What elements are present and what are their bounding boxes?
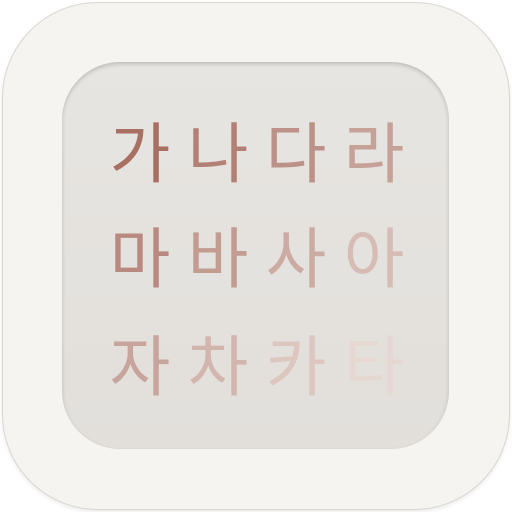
glyph-ja: 자 [109, 329, 171, 406]
glyph-ta: 타 [343, 329, 405, 406]
glyph-row-1: 가 나 다 라 [102, 115, 412, 195]
glyph-da: 다 [265, 116, 327, 193]
glyph-grid: 가 나 다 라 마 바 사 아 자 차 카 타 [102, 0, 412, 512]
glyph-ba: 바 [187, 221, 249, 298]
glyph-na: 나 [187, 116, 249, 193]
glyph-a: 아 [343, 221, 405, 298]
glyph-ra: 라 [343, 116, 405, 193]
glyph-sa: 사 [265, 221, 327, 298]
glyph-ga: 가 [109, 116, 171, 193]
app-icon[interactable]: 가 나 다 라 마 바 사 아 자 차 카 타 [0, 0, 512, 512]
glyph-row-3: 자 차 카 타 [102, 328, 412, 408]
glyph-row-2: 마 바 사 아 [102, 220, 412, 300]
glyph-cha: 차 [187, 329, 249, 406]
glyph-ma: 마 [109, 221, 171, 298]
glyph-ka: 카 [265, 329, 327, 406]
